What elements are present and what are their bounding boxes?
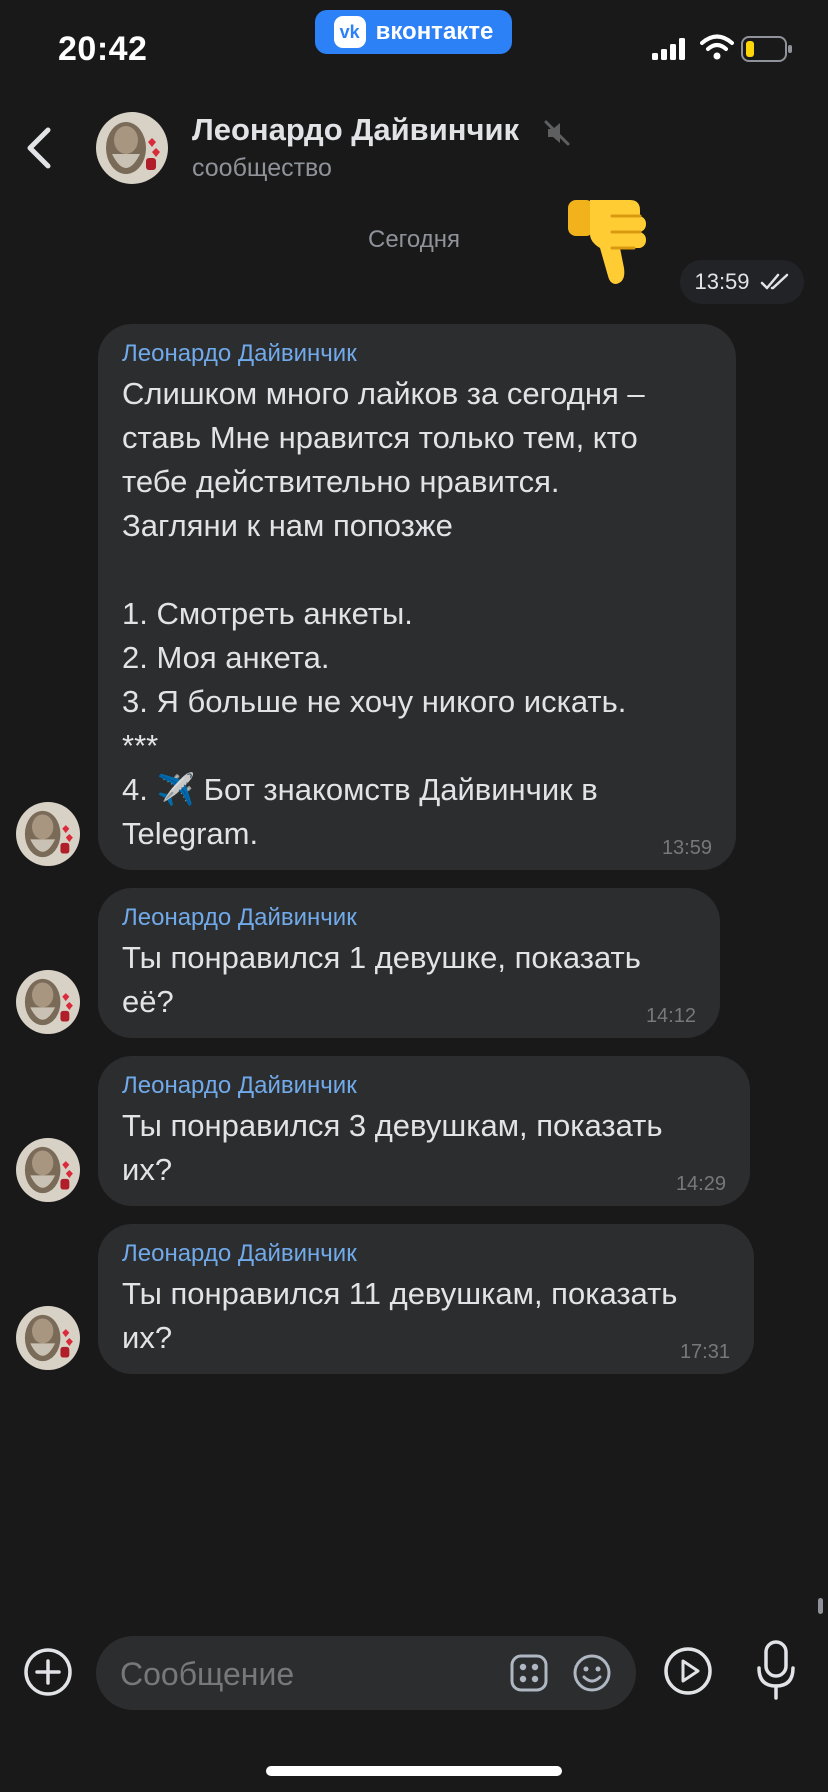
outgoing-message-time: 13:59 (694, 269, 750, 294)
sender-avatar[interactable] (16, 1138, 80, 1202)
message-input[interactable]: Сообщение (96, 1636, 636, 1710)
wifi-icon (700, 34, 734, 60)
message-text: Ты понравился 1 девушке, показать eё? (122, 940, 641, 1019)
bot-keyboard-icon[interactable] (510, 1654, 548, 1692)
outgoing-message-meta: 13:59 (680, 260, 804, 304)
sender-avatar[interactable] (16, 970, 80, 1034)
thumbs-down-emoji-icon[interactable] (560, 194, 666, 294)
message-bubble[interactable]: Леонардо Дайвинчик Ты понравился 1 девуш… (98, 888, 720, 1038)
message-bubble[interactable]: Леонардо Дайвинчик Ты понравился 11 деву… (98, 1224, 754, 1374)
message-text: Ты понравился 11 девушкам, показать их? (122, 1276, 678, 1355)
battery-icon (741, 36, 792, 62)
double-check-icon (760, 273, 788, 290)
chat-subtitle: сообщество (192, 154, 332, 182)
message-time: 17:31 (679, 1341, 730, 1363)
emoji-smile-icon[interactable] (572, 1653, 612, 1693)
home-indicator[interactable] (266, 1766, 562, 1776)
chat-title[interactable]: Леонардо Дайвинчик (192, 112, 519, 148)
community-avatar[interactable] (96, 112, 168, 184)
message-text: Слишком много лайков за сегодня – ставь … (122, 376, 645, 851)
message-sender[interactable]: Леонардо Дайвинчик (122, 904, 696, 932)
message-text: Ты понравился 3 девушкам, показать их? (122, 1108, 663, 1187)
message-input-placeholder: Сообщение (120, 1656, 295, 1692)
message-time: 14:12 (645, 1005, 696, 1027)
app-badge[interactable]: vk вконтакте (315, 10, 512, 54)
microphone-icon[interactable] (754, 1638, 798, 1702)
message-sender[interactable]: Леонардо Дайвинчик (122, 340, 712, 368)
message-sender[interactable]: Леонардо Дайвинчик (122, 1072, 726, 1100)
video-message-icon[interactable] (662, 1645, 714, 1697)
app-badge-label: вконтакте (375, 18, 494, 45)
message-time: 13:59 (661, 837, 712, 859)
sender-avatar[interactable] (16, 802, 80, 866)
back-chevron-icon[interactable] (18, 120, 62, 176)
cellular-signal-icon (652, 38, 685, 60)
vk-logo-icon: vk (333, 16, 366, 48)
scroll-indicator[interactable] (818, 1598, 823, 1614)
date-separator: Сегодня (368, 226, 460, 253)
status-time: 20:42 (58, 30, 148, 68)
message-bubble[interactable]: Леонардо Дайвинчик Слишком много лайков … (98, 324, 736, 870)
muted-speaker-icon (544, 120, 570, 146)
message-time: 14:29 (675, 1173, 726, 1195)
message-bubble[interactable]: Леонардо Дайвинчик Ты понравился 3 девуш… (98, 1056, 750, 1206)
message-sender[interactable]: Леонардо Дайвинчик (122, 1240, 730, 1268)
attach-plus-icon[interactable] (20, 1644, 76, 1700)
sender-avatar[interactable] (16, 1306, 80, 1370)
